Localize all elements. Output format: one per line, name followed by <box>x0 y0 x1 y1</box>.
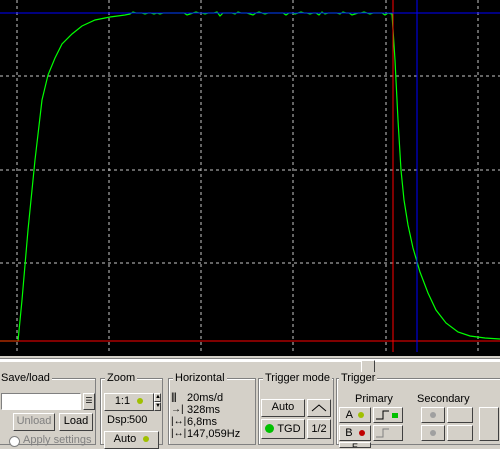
unload-button[interactable]: Unload <box>13 413 55 431</box>
secondary-slot-3[interactable] <box>421 425 445 441</box>
dsp-label: Dsp: <box>107 414 130 426</box>
frequency-value: 147,059Hz <box>187 428 241 440</box>
rising-edge-button[interactable] <box>373 407 403 423</box>
delta-t-icon: |↔| <box>171 416 187 427</box>
horizontal-title: Horizontal <box>173 372 227 384</box>
browse-button[interactable]: ☰ <box>83 393 95 410</box>
offset-icon: →| <box>171 404 184 415</box>
time-div-icon: ||| <box>171 392 177 403</box>
trigger-channel-e-button[interactable]: E <box>339 442 371 448</box>
trigger-edge-button[interactable] <box>307 399 331 417</box>
scope-display[interactable] <box>0 0 500 356</box>
trigger-channel-b-button[interactable]: B <box>339 425 371 441</box>
secondary-slot-1-led-icon <box>430 412 436 418</box>
half-button[interactable]: 1/2 <box>307 419 331 439</box>
zoom-auto-label: Auto <box>113 433 137 445</box>
dsp-value: 500 <box>129 414 148 426</box>
secondary-slot-3-led-icon <box>430 430 436 436</box>
tgd-button[interactable]: TGD <box>261 419 305 439</box>
scope-plot <box>0 0 500 356</box>
trigger-auto-button[interactable]: Auto <box>261 399 305 417</box>
scope-background <box>0 0 500 356</box>
load-button[interactable]: Load <box>59 413 93 431</box>
apply-settings-label: Apply settings <box>23 434 92 446</box>
zoom-auto-led-icon <box>143 436 150 442</box>
secondary-slot-2[interactable] <box>447 407 473 423</box>
tgd-label: TGD <box>277 423 301 435</box>
offset-value: 328ms <box>187 404 221 416</box>
apply-settings-radio[interactable] <box>9 436 20 447</box>
zoom-ratio-button[interactable]: 1:1 <box>104 393 154 411</box>
channel-b-led-icon <box>358 430 365 436</box>
file-name-field[interactable] <box>1 393 81 410</box>
trigger-mode-title: Trigger mode <box>263 372 333 384</box>
falling-edge-button[interactable] <box>373 425 403 441</box>
zoom-ratio-value: 1:1 <box>114 395 131 407</box>
save-load-panel: Save/load ☰ Unload Load Apply settings <box>0 372 96 447</box>
channel-a-led-icon <box>358 412 365 418</box>
horizontal-panel: Horizontal ||| 20ms/d →| 328ms |↔| 6,8ms… <box>168 372 256 445</box>
secondary-label: Secondary <box>417 393 470 405</box>
delta-t-value: 6,8ms <box>187 416 217 428</box>
time-scrollbar[interactable] <box>0 356 500 378</box>
channel-b-label: B <box>345 427 353 439</box>
trigger-channel-a-button[interactable]: A <box>339 407 371 423</box>
zoom-down-arrow-icon[interactable]: ▼ <box>154 402 161 411</box>
time-div-value: 20ms/d <box>187 392 224 404</box>
frequency-icon: |↔| <box>171 428 187 439</box>
zoom-title: Zoom <box>105 372 138 384</box>
primary-label: Primary <box>355 393 393 405</box>
zoom-panel: Zoom 1:1 ▲ ▼ Dsp: 500 Auto <box>100 372 163 449</box>
trigger-scroll-button[interactable] <box>479 407 499 441</box>
secondary-slot-1[interactable] <box>421 407 445 423</box>
trigger-panel: Trigger Primary Secondary A B E <box>336 372 500 448</box>
tgd-led-icon <box>265 424 275 433</box>
zoom-led-icon <box>137 398 144 404</box>
save-load-title: Save/load <box>0 372 52 384</box>
trigger-mode-panel: Trigger mode Auto TGD 1/2 <box>258 372 334 445</box>
zoom-up-arrow-icon[interactable]: ▲ <box>154 393 161 402</box>
zoom-auto-button[interactable]: Auto <box>104 431 159 449</box>
falling-edge-icon <box>376 428 389 438</box>
trigger-title: Trigger <box>339 372 378 384</box>
channel-a-label: A <box>345 409 353 421</box>
secondary-slot-4[interactable] <box>447 425 473 441</box>
edge-shape-icon <box>311 404 327 412</box>
rising-edge-icon <box>376 410 398 420</box>
channel-e-label: E <box>351 442 358 448</box>
scrollbar-track[interactable] <box>0 358 500 362</box>
